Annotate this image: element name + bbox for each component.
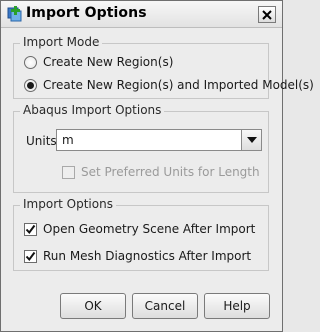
close-button[interactable]	[258, 6, 276, 23]
checkbox-label: Run Mesh Diagnostics After Import	[43, 249, 252, 263]
import-options-title: Import Options	[20, 197, 116, 211]
radio-button[interactable]	[24, 78, 37, 92]
dropdown-button[interactable]	[241, 130, 261, 150]
title-bar[interactable]: Import Options	[1, 1, 282, 28]
checkmark-icon	[25, 224, 36, 234]
units-select[interactable]: m	[56, 129, 262, 151]
set-preferred-units-checkbox[interactable]: Set Preferred Units for Length	[62, 163, 260, 181]
abaqus-import-options-group: Abaqus Import Options Units: m Set Prefe…	[13, 103, 269, 193]
help-button[interactable]: Help	[204, 293, 270, 319]
units-value: m	[62, 133, 74, 147]
import-plus-icon	[6, 5, 24, 23]
chevron-down-icon	[246, 137, 257, 143]
checkbox-label: Open Geometry Scene After Import	[43, 222, 256, 236]
close-icon	[262, 9, 272, 20]
import-options-group: Import Options Open Geometry Scene After…	[13, 197, 269, 271]
open-geometry-scene-checkbox[interactable]: Open Geometry Scene After Import	[24, 220, 255, 238]
radio-button[interactable]	[24, 55, 37, 69]
run-mesh-diagnostics-checkbox[interactable]: Run Mesh Diagnostics After Import	[24, 247, 251, 265]
checkbox-label: Set Preferred Units for Length	[81, 165, 260, 179]
import-mode-title: Import Mode	[20, 35, 103, 49]
ok-button[interactable]: OK	[60, 293, 126, 319]
checkmark-icon	[25, 251, 36, 261]
cancel-button[interactable]: Cancel	[132, 293, 198, 319]
checkbox[interactable]	[62, 165, 75, 179]
checkbox[interactable]	[24, 222, 37, 236]
radio-create-regions[interactable]: Create New Region(s)	[24, 53, 173, 71]
radio-label: Create New Region(s)	[43, 55, 174, 69]
checkbox[interactable]	[24, 249, 37, 263]
dialog-title: Import Options	[26, 5, 147, 21]
radio-label: Create New Region(s) and Imported Model(…	[43, 78, 314, 92]
radio-create-regions-and-models[interactable]: Create New Region(s) and Imported Model(…	[24, 76, 314, 94]
import-mode-group: Import Mode Create New Region(s) Create …	[13, 35, 314, 99]
import-options-dialog: Import Options Import Mode Create New Re…	[0, 0, 314, 332]
abaqus-options-title: Abaqus Import Options	[20, 103, 165, 117]
